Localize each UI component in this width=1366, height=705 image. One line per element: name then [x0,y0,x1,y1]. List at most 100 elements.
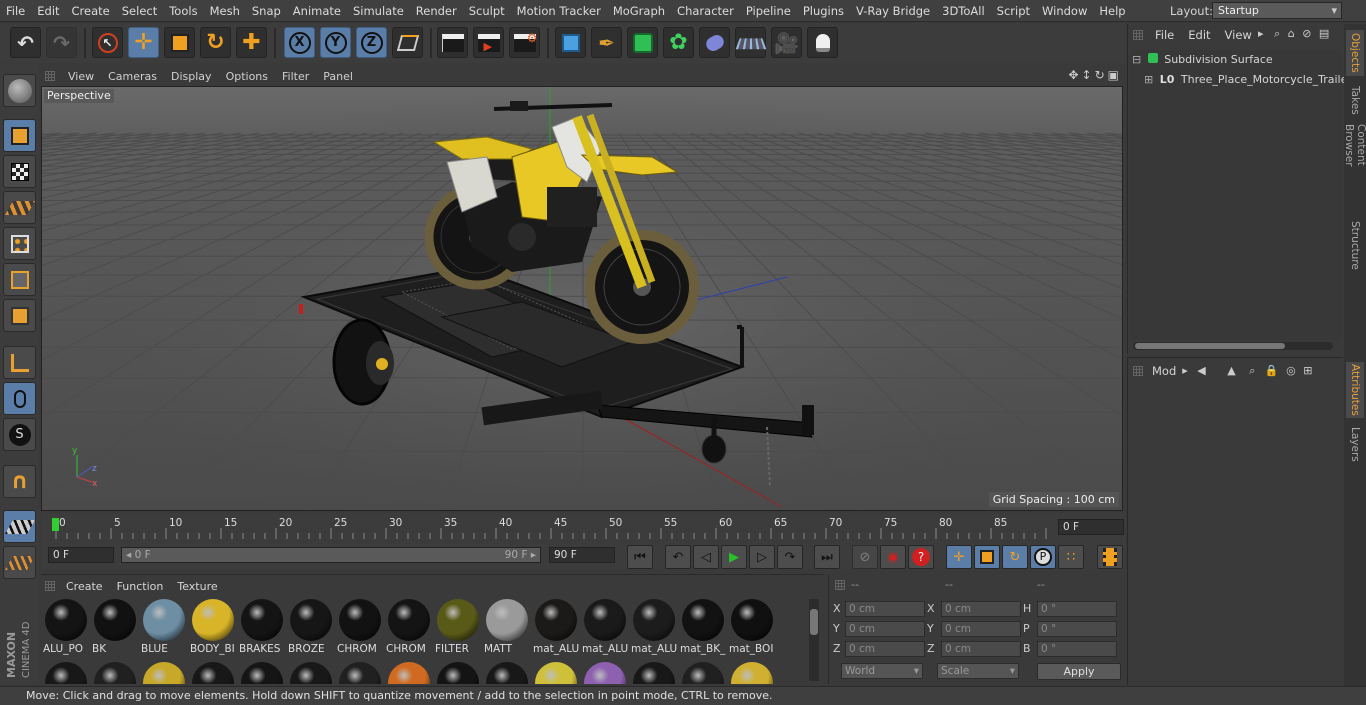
key-pla-button[interactable]: ∷ [1058,545,1084,569]
autokeying-button[interactable]: ◉ [880,545,906,569]
key-position-button[interactable]: ✛ [946,545,972,569]
max-time-field[interactable]: 90 F [549,547,615,563]
play-button[interactable]: ▶ [721,545,747,569]
menu-tools[interactable]: Tools [163,0,203,22]
pan-icon[interactable]: ✥ [1068,68,1078,82]
record-keys-button[interactable]: ⊘ [852,545,878,569]
key-parameter-button[interactable]: P [1030,545,1056,569]
next-key-button[interactable]: ↷ [777,545,803,569]
coordinate-value-field[interactable]: 0 ° [1037,641,1117,657]
playhead-marker[interactable] [52,518,59,531]
material-menu-texture[interactable]: Texture [170,580,224,593]
live-selection-button[interactable]: ↖ [92,27,123,58]
axis-mode-button[interactable] [3,346,36,379]
material-swatch[interactable]: BRAKES [239,599,285,659]
panel-grip-icon[interactable] [45,71,55,81]
redo-button[interactable]: ↷ [46,27,77,58]
menu-snap[interactable]: Snap [246,0,287,22]
material-swatch[interactable]: BODY_BI [190,599,236,659]
material-swatch[interactable]: ALU_PO [43,599,89,659]
menu-sculpt[interactable]: Sculpt [463,0,511,22]
coordinate-value-field[interactable]: 0 ° [1037,621,1117,637]
target-icon[interactable]: ◎ [1286,364,1296,377]
time-range-slider[interactable]: ◂ 0 F 90 F ▸ [121,547,541,563]
material-swatch[interactable]: MATT [484,599,530,659]
go-to-start-button[interactable]: ⏮ [627,545,653,569]
new-window-icon[interactable]: ⊞ [1303,364,1312,377]
material-swatch[interactable]: mat_BK_ [680,599,726,659]
coordinate-value-field[interactable]: 0 cm [941,601,1021,617]
attribute-mode-menu[interactable]: Mod [1152,364,1176,378]
move-tool-button[interactable]: ✛ [128,27,159,58]
previous-frame-button[interactable]: ◁ [693,545,719,569]
material-swatch[interactable] [239,662,285,684]
current-frame-field[interactable]: 0 F [1058,519,1124,535]
object-scroll-thumb[interactable] [1135,343,1285,349]
key-scale-button[interactable] [974,545,1000,569]
material-swatch[interactable] [533,662,579,684]
material-swatch[interactable]: FILTER [435,599,481,659]
chevron-right-icon[interactable]: ▸ [1258,27,1264,40]
tweak-mode-button[interactable] [3,382,36,415]
dolly-icon[interactable]: ↕ [1082,68,1092,82]
render-picture-viewer-button[interactable]: ▶ [473,27,504,58]
menu-create[interactable]: Create [66,0,116,22]
back-arrow-icon[interactable]: ◀ [1197,364,1205,377]
material-swatch[interactable] [582,662,628,684]
menu-mograph[interactable]: MoGraph [607,0,671,22]
add-deformer-button[interactable] [699,27,730,58]
up-arrow-icon[interactable]: ▲ [1227,364,1235,377]
rotate-tool-button[interactable]: ↻ [200,27,231,58]
orbit-icon[interactable]: ↻ [1095,68,1105,82]
tab-takes[interactable]: Takes [1346,82,1364,118]
menu-window[interactable]: Window [1036,0,1093,22]
material-swatch[interactable]: BK [92,599,138,659]
material-swatch[interactable]: BROZE [288,599,334,659]
layout-select[interactable]: Startup [1212,2,1342,19]
next-frame-button[interactable]: ▷ [749,545,775,569]
tab-objects[interactable]: Objects [1346,30,1364,76]
menu-motion-tracker[interactable]: Motion Tracker [511,0,607,22]
render-settings-button[interactable]: ⚙ [509,27,540,58]
add-light-button[interactable] [807,27,838,58]
add-floor-button[interactable] [735,27,766,58]
material-swatch[interactable]: mat_BOI [729,599,775,659]
timeline-window-button[interactable] [1097,545,1123,569]
min-time-field[interactable]: 0 F [48,547,114,563]
search-icon[interactable]: ⌕ [1249,364,1255,377]
tab-layers[interactable]: Layers [1346,424,1364,464]
z-axis-lock-button[interactable]: Z [356,27,387,58]
object-menu-file[interactable]: File [1148,28,1181,42]
add-cloner-button[interactable]: ✿ [663,27,694,58]
menu-edit[interactable]: Edit [31,0,65,22]
material-swatch[interactable] [435,662,481,684]
material-swatch[interactable]: mat_ALU [582,599,628,659]
key-rotation-button[interactable]: ↻ [1002,545,1028,569]
snap-button[interactable]: ∩ [3,465,36,498]
recent-tool-button[interactable]: ✚ [236,27,267,58]
material-swatch[interactable] [43,662,89,684]
menu-plugins[interactable]: Plugins [797,0,850,22]
coordinate-value-field[interactable]: 0 ° [1037,601,1117,617]
object-horizontal-scrollbar[interactable] [1133,342,1333,350]
material-swatch[interactable] [92,662,138,684]
material-swatch[interactable]: mat_ALU [533,599,579,659]
tab-structure[interactable]: Structure [1346,219,1364,271]
coordinate-value-field[interactable]: 0 cm [845,621,925,637]
viewport-menu-filter[interactable]: Filter [275,70,316,83]
solo-button[interactable]: S [3,418,36,451]
edges-mode-button[interactable] [3,263,36,296]
object-menu-view[interactable]: View [1218,28,1259,42]
keyframe-selection-button[interactable]: ? [908,545,934,569]
x-axis-lock-button[interactable]: X [284,27,315,58]
workplane-lock-button[interactable] [3,510,36,543]
material-scroll-thumb[interactable] [810,609,818,635]
perspective-viewport[interactable]: y z x Perspective Grid Spacing : 100 cm [41,86,1123,511]
timeline-ruler[interactable]: 051015202530354045505560657075808590 [49,515,1049,541]
texture-mode-button[interactable] [3,155,36,188]
new-window-icon[interactable]: ▤ [1319,27,1329,40]
polygons-mode-button[interactable] [3,299,36,332]
menu-help[interactable]: Help [1093,0,1131,22]
add-camera-button[interactable]: 🎥 [771,27,802,58]
apply-button[interactable]: Apply [1037,663,1121,680]
